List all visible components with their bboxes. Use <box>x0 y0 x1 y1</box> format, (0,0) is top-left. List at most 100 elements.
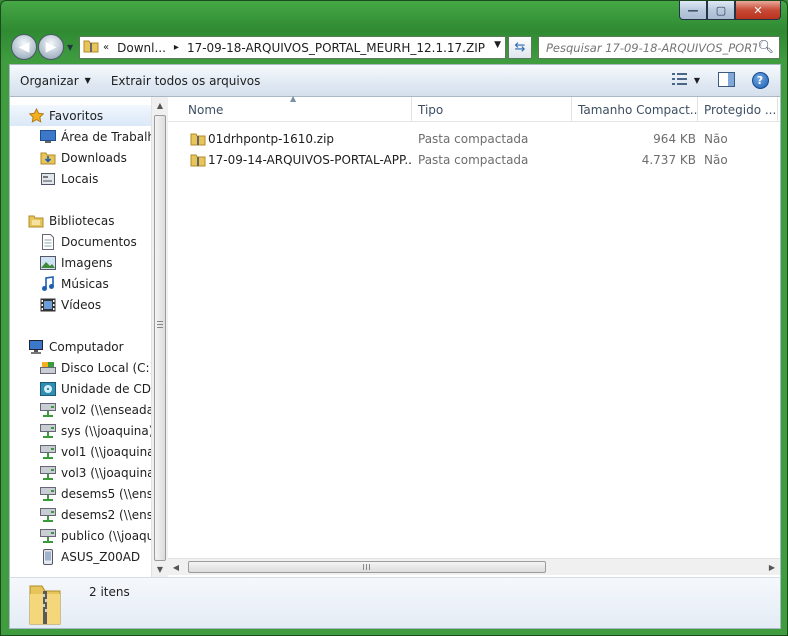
phone-device-icon <box>40 548 56 565</box>
column-name-label: Nome <box>188 102 224 117</box>
nav-images[interactable]: Imagens <box>10 252 151 273</box>
nav-vol3[interactable]: vol3 (\\joaquina) <box>10 462 151 483</box>
file-size: 4.737 KB <box>641 152 696 167</box>
network-drive-icon <box>40 444 56 460</box>
nav-scrollbar-thumb[interactable] <box>154 115 166 561</box>
nav-computer[interactable]: Computador <box>10 336 151 357</box>
details-view-icon <box>671 72 688 89</box>
nav-favorites[interactable]: Favoritos <box>10 105 151 126</box>
nav-label: desems2 (\\ensea <box>61 507 151 522</box>
recent-pages-dropdown[interactable]: ▼ <box>67 43 73 52</box>
scroll-up-icon[interactable]: ▲ <box>152 97 168 113</box>
column-name[interactable]: Nome <box>182 97 412 122</box>
places-icon <box>40 171 56 187</box>
nav-label: publico (\\joaqui <box>61 528 151 543</box>
preview-pane-button[interactable] <box>712 69 740 93</box>
nav-label: Locais <box>61 171 99 186</box>
file-type: Pasta compactada <box>418 131 529 146</box>
scroll-down-icon[interactable]: ▼ <box>152 561 168 577</box>
command-bar: Organizar ▼ Extrair todos os arquivos ▼ … <box>9 64 781 97</box>
extract-all-button[interactable]: Extrair todos os arquivos <box>101 65 271 96</box>
preview-pane-icon <box>717 71 735 90</box>
column-type[interactable]: Tipo <box>412 97 572 122</box>
file-row[interactable]: 01drhpontp-1610.zip Pasta compactada 964… <box>184 128 774 149</box>
address-bar[interactable]: « Downl... ▸ 17-09-18-ARQUIVOS_PORTAL_ME… <box>79 36 506 59</box>
nav-label: Vídeos <box>61 297 102 312</box>
network-drive-icon <box>40 423 56 439</box>
nav-cd-drive[interactable]: Unidade de CD (E <box>10 378 151 399</box>
horizontal-scrollbar-thumb[interactable] <box>188 561 546 573</box>
file-protected: Não <box>704 131 728 146</box>
nav-vol1[interactable]: vol1 (\\joaquina) <box>10 441 151 462</box>
overflow-chevron[interactable]: « <box>103 42 109 53</box>
zip-folder-icon <box>83 38 99 57</box>
address-dropdown-icon[interactable]: ▼ <box>494 40 501 50</box>
column-protected[interactable]: Protegido ... <box>698 97 778 122</box>
refresh-icon: ⇆ <box>514 40 526 55</box>
chevron-down-icon: ▼ <box>693 76 701 85</box>
network-drive-icon <box>40 507 56 523</box>
arrow-left-icon: ◀ <box>18 39 30 55</box>
nav-music[interactable]: Músicas <box>10 273 151 294</box>
arrow-right-icon: ▶ <box>45 39 57 55</box>
nav-label: sys (\\joaquina) ( <box>61 423 151 438</box>
nav-label: desems5 (\\ensea <box>61 486 151 501</box>
search-input[interactable] <box>539 40 758 55</box>
nav-label: Área de Trabalho <box>61 129 151 144</box>
scroll-left-icon[interactable]: ◀ <box>168 559 184 576</box>
refresh-button[interactable]: ⇆ <box>508 36 532 59</box>
extract-all-label: Extrair todos os arquivos <box>110 73 261 88</box>
breadcrumb-separator-icon[interactable]: ▸ <box>174 42 179 53</box>
file-protected: Não <box>704 152 728 167</box>
nav-label: Documentos <box>61 234 137 249</box>
navigation-pane: Favoritos Área de Trabalho Downloads Loc… <box>10 97 151 577</box>
desktop-icon <box>40 129 56 145</box>
organize-button[interactable]: Organizar ▼ <box>10 65 101 96</box>
nav-label: vol3 (\\joaquina) <box>61 465 151 480</box>
star-icon <box>28 108 44 124</box>
nav-desems5[interactable]: desems5 (\\ensea <box>10 483 151 504</box>
cd-drive-icon <box>40 381 56 397</box>
maximize-button[interactable]: ▢ <box>707 1 735 20</box>
view-options-button[interactable]: ▼ <box>666 69 706 93</box>
nav-libraries[interactable]: Bibliotecas <box>10 210 151 231</box>
hard-drive-icon <box>40 360 56 376</box>
nav-downloads[interactable]: Downloads <box>10 147 151 168</box>
nav-asus[interactable]: ASUS_Z00AD <box>10 546 151 567</box>
organize-label: Organizar <box>20 73 79 88</box>
nav-documents[interactable]: Documentos <box>10 231 151 252</box>
help-button[interactable]: ? <box>746 69 774 93</box>
back-button[interactable]: ◀ <box>11 34 37 60</box>
scroll-right-icon[interactable]: ▶ <box>764 559 780 576</box>
nav-local-disk[interactable]: Disco Local (C:) <box>10 357 151 378</box>
downloads-folder-icon <box>40 150 56 166</box>
column-headers: ▲ Nome Tipo Tamanho Compact... Protegido… <box>168 94 780 122</box>
nav-desems2[interactable]: desems2 (\\ensea <box>10 504 151 525</box>
file-size: 964 KB <box>653 131 696 146</box>
nav-vol2[interactable]: vol2 (\\enseada) <box>10 399 151 420</box>
forward-button[interactable]: ▶ <box>38 34 64 60</box>
breadcrumb-downloads[interactable]: Downl... <box>117 41 166 55</box>
nav-places[interactable]: Locais <box>10 168 151 189</box>
nav-desktop[interactable]: Área de Trabalho <box>10 126 151 147</box>
column-protected-label: Protegido ... <box>704 102 777 117</box>
file-list: ▲ Nome Tipo Tamanho Compact... Protegido… <box>168 94 780 577</box>
nav-scrollbar[interactable]: ▲ ▼ <box>151 97 168 577</box>
nav-label: Favoritos <box>49 108 104 123</box>
search-icon[interactable]: 🔍︎ <box>757 40 774 55</box>
nav-sys[interactable]: sys (\\joaquina) ( <box>10 420 151 441</box>
music-icon <box>40 275 56 292</box>
nav-label: Computador <box>49 339 124 354</box>
nav-videos[interactable]: Vídeos <box>10 294 151 315</box>
column-compressed-size[interactable]: Tamanho Compact... <box>572 97 698 122</box>
close-button[interactable]: ✕ <box>735 1 781 20</box>
search-box: 🔍︎ <box>538 36 780 59</box>
breadcrumb-current[interactable]: 17-09-18-ARQUIVOS_PORTAL_MEURH_12.1.17.Z… <box>187 41 485 55</box>
chevron-down-icon: ▼ <box>84 76 91 85</box>
nav-label: vol2 (\\enseada) <box>61 402 151 417</box>
nav-label: Downloads <box>61 150 127 165</box>
horizontal-scrollbar[interactable]: ◀ ▶ <box>168 558 780 575</box>
file-row[interactable]: 17-09-14-ARQUIVOS-PORTAL-APP... Pasta co… <box>184 149 774 170</box>
nav-publico[interactable]: publico (\\joaqui <box>10 525 151 546</box>
minimize-button[interactable]: — <box>679 1 707 20</box>
